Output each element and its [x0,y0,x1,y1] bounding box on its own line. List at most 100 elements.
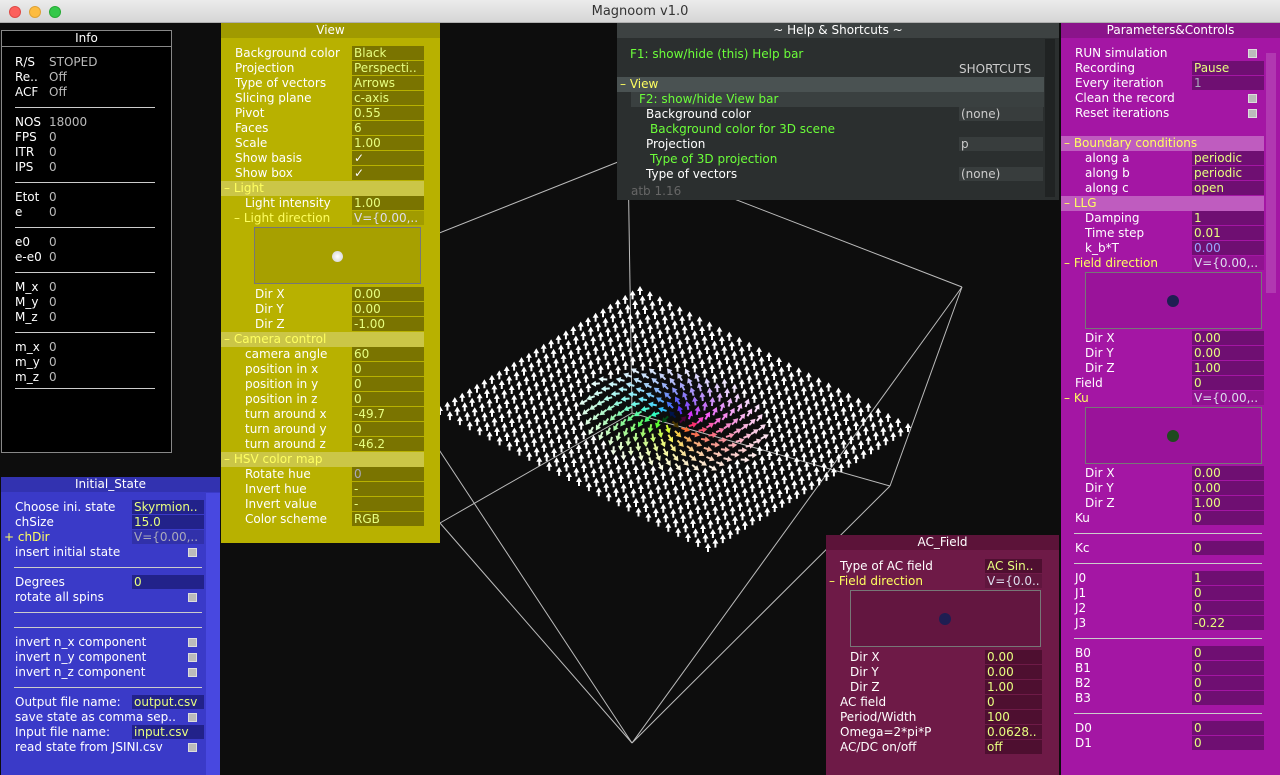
b3-value[interactable]: 0 [1192,691,1264,705]
ac-dir-x-value[interactable]: 0.00 [985,650,1042,664]
parameters-panel[interactable]: Parameters&Controls RUN simulation Recor… [1061,23,1280,775]
invert-hue-value[interactable]: - [352,482,424,496]
read-state-button[interactable] [188,743,197,752]
vector-type-value[interactable]: Arrows [352,76,424,90]
choose-state-value[interactable]: Skyrmion.. [132,500,204,514]
b1-row[interactable]: B1 0 [1061,661,1280,676]
invert-value-row[interactable]: Invert value - [221,497,440,512]
camera-angle-value[interactable]: 60 [352,347,424,361]
acdc-value[interactable]: off [985,740,1042,754]
ku-dir-x-row[interactable]: Dir X 0.00 [1061,466,1280,481]
light-direction-widget[interactable] [254,227,421,284]
input-file-input[interactable]: input.csv [132,725,204,739]
invert-nz-row[interactable]: invert n_z component [1,665,220,680]
ac-type-value[interactable]: AC Sin.. [985,559,1042,573]
position-x-value[interactable]: 0 [352,362,424,376]
field-dir-y-row[interactable]: Dir Y 0.00 [1061,346,1280,361]
output-file-input[interactable]: output.csv [132,695,204,709]
along-b-value[interactable]: periodic [1192,166,1264,180]
faces-value[interactable]: 6 [352,121,424,135]
invert-ny-button[interactable] [188,653,197,662]
ac-dir-z-value[interactable]: 1.00 [985,680,1042,694]
save-state-row[interactable]: save state as comma sep.. [1,710,220,725]
ac-field-panel[interactable]: AC_Field Type of AC field AC Sin.. – Fiel… [826,535,1059,775]
show-basis-checkbox[interactable]: ✓ [352,151,424,165]
field-row[interactable]: Field 0 [1061,376,1280,391]
position-y-value[interactable]: 0 [352,377,424,391]
invert-nx-row[interactable]: invert n_x component [1,635,220,650]
view-vectors-row[interactable]: Type of vectors Arrows [221,76,440,91]
reset-iterations-row[interactable]: Reset iterations [1061,106,1280,121]
d0-row[interactable]: D0 0 [1061,721,1280,736]
j0-row[interactable]: J0 1 [1061,571,1280,586]
view-panel[interactable]: View Background color Black Projection Per… [221,23,440,543]
view-pivot-row[interactable]: Pivot 0.55 [221,106,440,121]
turn-x-row[interactable]: turn around x -49.7 [221,407,440,422]
ac-dir-y-value[interactable]: 0.00 [985,665,1042,679]
omega-value[interactable]: 0.0628.. [985,725,1042,739]
light-dir-x-row[interactable]: Dir X 0.00 [221,287,440,302]
choose-state-row[interactable]: Choose ini. state Skyrmion.. [1,500,220,515]
ku-dir-y-row[interactable]: Dir Y 0.00 [1061,481,1280,496]
chdir-value[interactable]: V={0.00,.. [132,530,204,544]
ku-value[interactable]: 0 [1192,511,1264,525]
damping-value[interactable]: 1 [1192,211,1264,225]
output-file-row[interactable]: Output file name: output.csv [1,695,220,710]
view-scale-row[interactable]: Scale 1.00 [221,136,440,151]
view-background-row[interactable]: Background color Black [221,46,440,61]
ac-direction-handle[interactable] [939,613,951,625]
degrees-row[interactable]: Degrees 0 [1,575,220,590]
turn-z-value[interactable]: -46.2 [352,437,424,451]
kc-value[interactable]: 0 [1192,541,1264,555]
projection-value[interactable]: Perspecti.. [352,61,424,75]
light-intensity-value[interactable]: 1.00 [352,196,424,210]
period-value[interactable]: 100 [985,710,1042,724]
ku-row[interactable]: Ku 0 [1061,511,1280,526]
field-dir-z-value[interactable]: 1.00 [1192,361,1264,375]
light-direction-value[interactable]: V={0.00,.. [352,211,424,225]
light-dir-x-value[interactable]: 0.00 [352,287,424,301]
omega-row[interactable]: Omega=2*pi*P 0.0628.. [826,725,1059,740]
ac-dir-x-row[interactable]: Dir X 0.00 [826,650,1059,665]
color-scheme-value[interactable]: RGB [352,512,424,526]
light-group-header[interactable]: – Light [221,181,424,196]
minimize-window-button[interactable] [29,6,41,18]
read-state-row[interactable]: read state from JSINI.csv [1,740,220,755]
help-panel[interactable]: ~ Help & Shortcuts ~ F1: show/hide (this… [617,23,1059,200]
ku-direction-handle[interactable] [1167,430,1179,442]
b1-value[interactable]: 0 [1192,661,1264,675]
field-direction-widget[interactable] [1085,272,1262,329]
ku-direction-row[interactable]: – Ku V={0.00,.. [1061,391,1280,406]
time-step-value[interactable]: 0.01 [1192,226,1264,240]
light-dir-y-value[interactable]: 0.00 [352,302,424,316]
rotate-spins-button[interactable] [188,593,197,602]
scale-value[interactable]: 1.00 [352,136,424,150]
ku-direction-widget[interactable] [1085,407,1262,464]
field-dir-x-value[interactable]: 0.00 [1192,331,1264,345]
every-iteration-value[interactable]: 1 [1192,76,1264,90]
along-c-row[interactable]: along c open [1061,181,1280,196]
invert-nz-button[interactable] [188,668,197,677]
ac-direction-widget[interactable] [850,590,1041,647]
ac-type-row[interactable]: Type of AC field AC Sin.. [826,559,1059,574]
invert-ny-row[interactable]: invert n_y component [1,650,220,665]
maximize-window-button[interactable] [49,6,61,18]
acdc-row[interactable]: AC/DC on/off off [826,740,1059,755]
kc-row[interactable]: Kc 0 [1061,541,1280,556]
input-file-row[interactable]: Input file name: input.csv [1,725,220,740]
help-view-group[interactable]: – View [617,77,1044,92]
turn-y-value[interactable]: 0 [352,422,424,436]
field-direction-row[interactable]: – Field direction V={0.00,.. [1061,256,1280,271]
time-step-row[interactable]: Time step 0.01 [1061,226,1280,241]
chsize-row[interactable]: chSize 15.0 [1,515,220,530]
view-faces-row[interactable]: Faces 6 [221,121,440,136]
position-z-row[interactable]: position in z0 [221,392,440,407]
field-value[interactable]: 0 [1192,376,1264,390]
b2-value[interactable]: 0 [1192,676,1264,690]
b3-row[interactable]: B3 0 [1061,691,1280,706]
save-state-button[interactable] [188,713,197,722]
j3-value[interactable]: -0.22 [1192,616,1264,630]
clean-record-row[interactable]: Clean the record [1061,91,1280,106]
degrees-value[interactable]: 0 [132,575,204,589]
rotate-hue-row[interactable]: Rotate hue 0 [221,467,440,482]
